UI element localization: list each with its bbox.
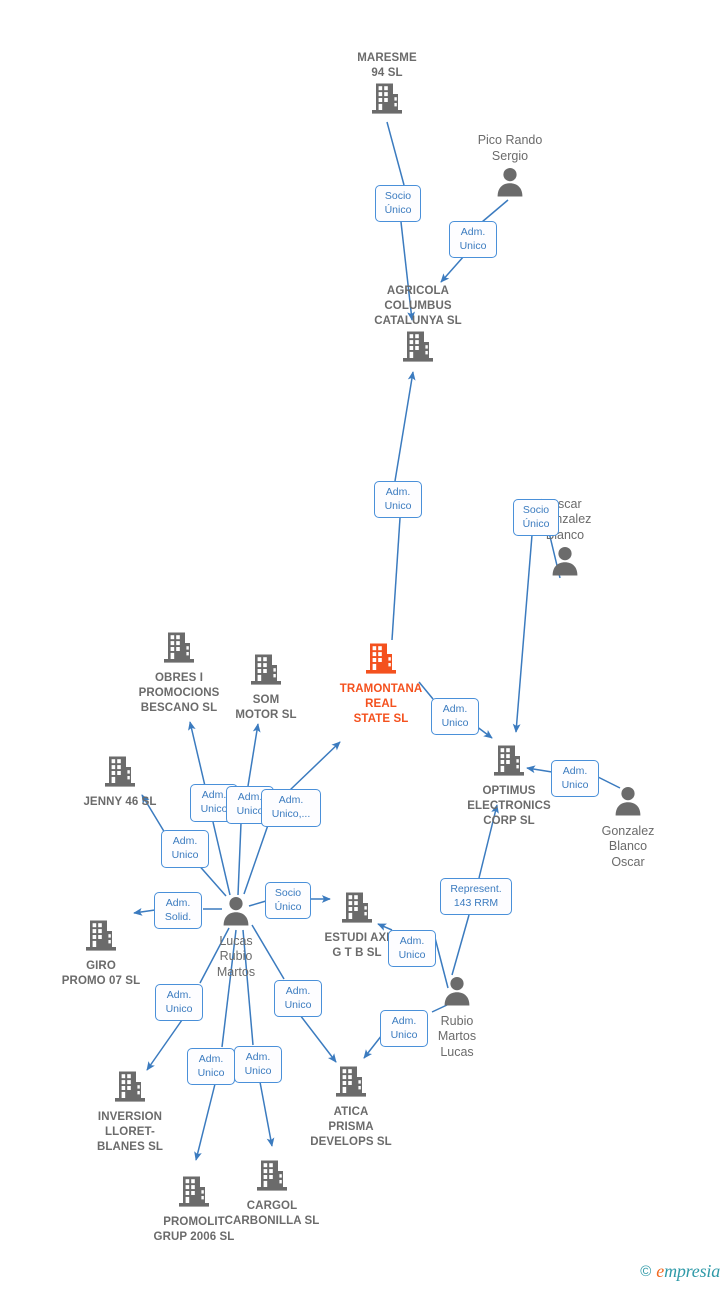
edge-label-e3[interactable]: Adm. Unico (374, 481, 422, 518)
edge-label-e15[interactable]: Adm. Unico (187, 1048, 235, 1085)
edge-e9-seg1 (247, 723, 261, 787)
node-jenny[interactable]: JENNY 46 SL (45, 755, 195, 810)
node-label: JENNY 46 SL (83, 796, 157, 808)
relationship-graph: MARESME 94 SL Pico Rando Sergio AGRICOLA C… (0, 0, 728, 1290)
edge-label-e7[interactable]: Represent. 143 RRM (440, 878, 512, 915)
edge-label-e13[interactable]: Socio Único (265, 882, 311, 919)
edge-e8-seg0 (212, 821, 231, 896)
node-label: CARGOL CARBONILLA SL (224, 1200, 320, 1227)
node-label: GIRO PROMO 07 SL (61, 960, 141, 987)
edge-e2-seg1 (440, 255, 465, 283)
copyright-icon: © (640, 1263, 652, 1280)
person-icon (435, 165, 585, 204)
edge-e12-seg1 (133, 907, 156, 916)
building-icon (306, 642, 456, 681)
building-icon (343, 330, 493, 369)
brand-initial: e (656, 1261, 665, 1281)
building-icon (276, 1065, 426, 1104)
brand-logo: empresia (656, 1261, 720, 1282)
building-icon (197, 1159, 347, 1198)
person-icon (382, 974, 532, 1013)
building-icon (55, 1070, 205, 1109)
edge-label-e18[interactable]: Adm. Unico (380, 1010, 428, 1047)
person-icon (490, 544, 640, 583)
node-inversion[interactable]: INVERSION LLORET- BLANES SL (55, 1070, 205, 1155)
node-atica[interactable]: ATICA PRISMA DEVELOPS SL (276, 1065, 426, 1150)
edge-label-e12[interactable]: Adm. Solid. (154, 892, 202, 929)
node-label: ATICA PRISMA DEVELOPS SL (310, 1106, 392, 1148)
edge-e14-seg1 (146, 1019, 183, 1071)
edge-e7-seg0 (451, 914, 470, 976)
edge-label-e19[interactable]: Adm. Unico (388, 930, 436, 967)
node-label: Gonzalez Blanco Oscar (601, 823, 655, 869)
edge-label-e16[interactable]: Adm. Unico (234, 1046, 282, 1083)
edge-e10-seg0 (243, 824, 269, 895)
edge-label-e4[interactable]: Socio Único (513, 499, 559, 536)
edge-label-e11[interactable]: Adm. Unico (161, 830, 209, 868)
edge-e9-seg0 (237, 822, 242, 896)
edge-label-e14[interactable]: Adm. Unico (155, 984, 203, 1021)
node-label: INVERSION LLORET- BLANES SL (96, 1111, 164, 1153)
building-icon (312, 82, 462, 121)
edge-label-e6[interactable]: Adm. Unico (551, 760, 599, 797)
edge-e3-seg0 (391, 517, 401, 641)
node-label: Pico Rando Sergio (477, 133, 543, 163)
edge-e1-seg0 (386, 121, 405, 186)
edge-e3-seg1 (394, 371, 416, 482)
edge-label-e17[interactable]: Adm. Unico (274, 980, 322, 1017)
edge-e10-seg1 (289, 741, 341, 791)
edge-label-e2[interactable]: Adm. Unico (449, 221, 497, 258)
node-label: AGRICOLA COLUMBUS CATALUNYA SL (374, 285, 462, 327)
node-maresme[interactable]: MARESME 94 SL (312, 51, 462, 121)
node-label: MARESME 94 SL (357, 52, 417, 79)
node-cargol[interactable]: CARGOL CARBONILLA SL (197, 1159, 347, 1229)
brand-rest: mpresia (664, 1261, 720, 1281)
edge-e16-seg1 (259, 1081, 275, 1147)
node-giro[interactable]: GIRO PROMO 07 SL (26, 919, 176, 989)
edge-e17-seg1 (299, 1014, 337, 1063)
node-agricola[interactable]: AGRICOLA COLUMBUS CATALUNYA SL (343, 284, 493, 369)
node-pico[interactable]: Pico Rando Sergio (435, 133, 585, 204)
building-icon (45, 755, 195, 794)
edge-label-e10[interactable]: Adm. Unico,... (261, 789, 321, 827)
empresia-watermark: © empresia (640, 1261, 720, 1282)
edge-label-e1[interactable]: Socio Único (375, 185, 421, 222)
edge-label-e5[interactable]: Adm. Unico (431, 698, 479, 735)
